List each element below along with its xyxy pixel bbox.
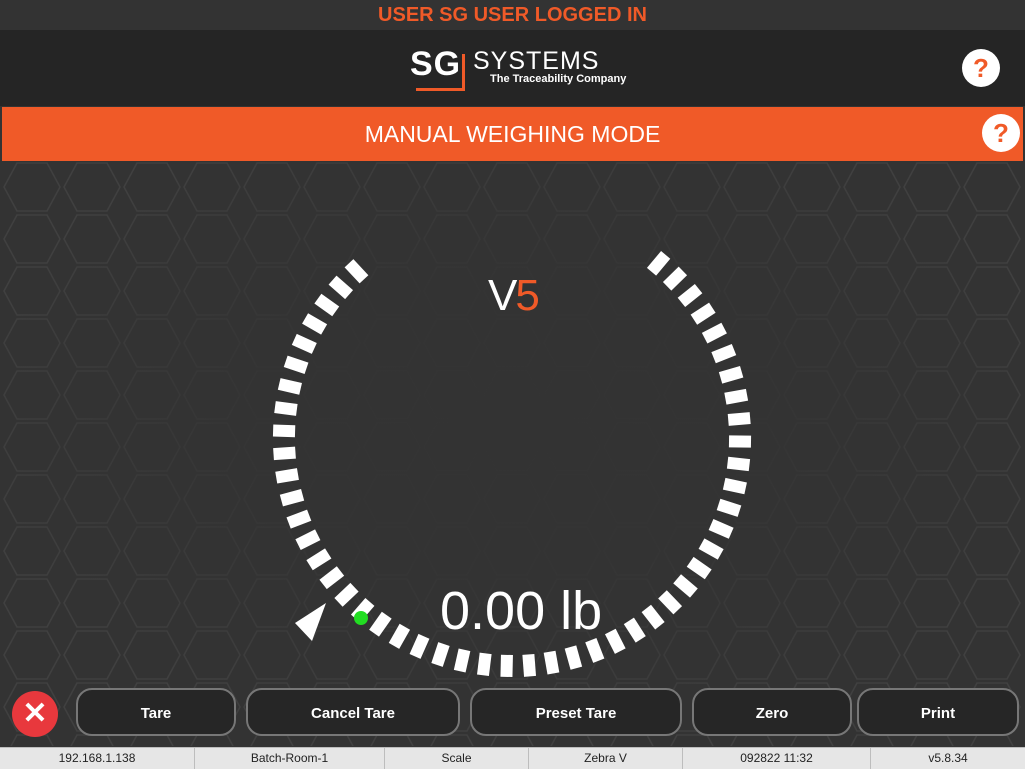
- gauge-tick: [274, 401, 298, 416]
- weight-gauge-dial: [272, 251, 752, 678]
- logo-sg-text: SG: [410, 45, 462, 83]
- close-button[interactable]: ✕: [12, 691, 58, 737]
- mode-help-button[interactable]: ?: [982, 114, 1020, 152]
- stable-indicator-dot: [354, 611, 368, 625]
- gauge-tick: [722, 477, 747, 495]
- gauge-tick: [726, 456, 751, 472]
- gauge-tick: [273, 446, 296, 461]
- gauge-tick: [286, 509, 312, 529]
- gauge-tick: [277, 378, 302, 395]
- login-banner: USER SG USER LOGGED IN: [0, 0, 1025, 30]
- gauge-tick: [564, 645, 583, 670]
- gauge-tick: [604, 628, 626, 654]
- gauge-tick: [716, 498, 742, 517]
- gauge-tick: [727, 412, 751, 426]
- cancel-tare-button[interactable]: Cancel Tare: [246, 688, 460, 736]
- gauge-tick: [388, 623, 411, 649]
- gauge-tick: [690, 302, 716, 325]
- gauge-tick: [500, 654, 513, 678]
- gauge-tick: [658, 590, 683, 615]
- app-header: SG SYSTEMS The Traceability Company ?: [0, 30, 1025, 106]
- status-version: v5.8.34: [928, 751, 968, 765]
- gauge-tick: [409, 633, 430, 659]
- gauge-tick: [646, 251, 671, 276]
- weighing-area: V5 0.00 lb: [2, 161, 1023, 746]
- gauge-tick: [708, 519, 734, 539]
- gauge-tick: [623, 617, 646, 643]
- status-location: Batch-Room-1: [195, 748, 385, 769]
- header-help-button[interactable]: ?: [962, 49, 1000, 87]
- gauge-tick: [369, 611, 392, 637]
- gauge-tick: [673, 574, 698, 598]
- zero-button[interactable]: Zero: [692, 688, 852, 736]
- sg-systems-logo: SG SYSTEMS The Traceability Company: [410, 45, 626, 92]
- gauge-tick: [453, 648, 471, 673]
- gauge-tick: [314, 293, 340, 317]
- gauge-tick: [728, 435, 752, 448]
- gauge-tick: [283, 355, 309, 375]
- gauge-tick: [677, 283, 703, 308]
- print-button[interactable]: Print: [857, 688, 1019, 736]
- gauge-tick: [319, 566, 345, 590]
- v5-brand-mark: V5: [488, 271, 540, 321]
- status-datetime: 092822 11:32: [683, 748, 871, 769]
- gauge-tick: [279, 489, 305, 507]
- gauge-tick: [543, 650, 560, 675]
- gauge-tick: [718, 365, 744, 384]
- v5-brand-v: V: [488, 271, 517, 320]
- preset-tare-button[interactable]: Preset Tare: [470, 688, 682, 736]
- gauge-tick: [711, 343, 737, 364]
- gauge-pointer-arrow: [295, 603, 326, 641]
- gauge-tick: [641, 604, 665, 630]
- gauge-tick: [334, 582, 359, 607]
- gauge-tick: [328, 275, 354, 300]
- gauge-tick: [686, 556, 712, 580]
- gauge-tick: [291, 333, 317, 354]
- logo-tagline: The Traceability Company: [490, 73, 627, 85]
- tare-button[interactable]: Tare: [76, 688, 236, 736]
- gauge-tick: [272, 424, 296, 438]
- gauge-tick: [302, 313, 328, 335]
- gauge-tick: [522, 653, 537, 677]
- logo-systems-text: SYSTEMS: [473, 47, 600, 75]
- status-printer: Zebra V: [529, 748, 683, 769]
- status-bar: 192.168.1.138 Batch-Room-1 Scale Zebra V…: [0, 747, 1025, 769]
- status-ip-address: 192.168.1.138: [0, 748, 195, 769]
- status-device-type: Scale: [385, 748, 529, 769]
- gauge-tick: [585, 637, 605, 663]
- mode-title: MANUAL WEIGHING MODE: [364, 121, 661, 147]
- gauge-tick: [477, 652, 492, 676]
- gauge-tick: [701, 322, 727, 344]
- gauge-tick: [431, 642, 450, 667]
- gauge-tick: [662, 266, 688, 291]
- gauge-tick: [306, 548, 332, 571]
- gauge-tick: [275, 468, 299, 484]
- gauge-tick: [344, 259, 369, 284]
- v5-brand-5: 5: [515, 271, 540, 320]
- weight-readout: 0.00 lb: [440, 581, 603, 641]
- gauge-tick: [698, 538, 724, 560]
- gauge-tick: [295, 529, 321, 550]
- mode-bar: MANUAL WEIGHING MODE ?: [2, 107, 1023, 161]
- login-banner-text: USER SG USER LOGGED IN: [378, 4, 647, 26]
- gauge-tick: [724, 388, 749, 405]
